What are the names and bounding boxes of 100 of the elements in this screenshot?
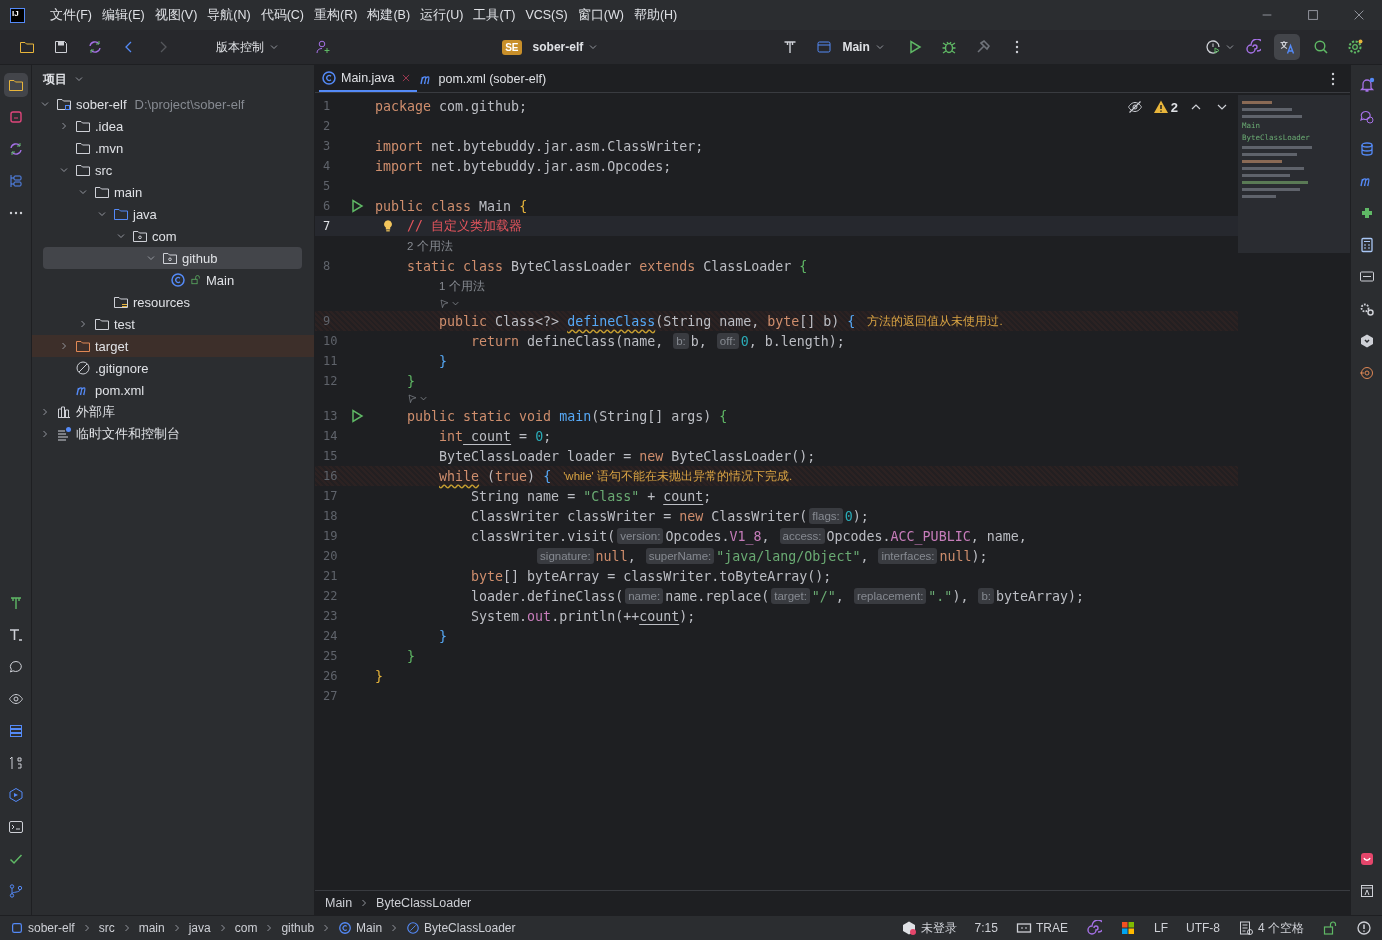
status-item[interactable]: 7:15 bbox=[974, 921, 998, 935]
tree-item[interactable]: .idea bbox=[32, 115, 302, 137]
editor-tab[interactable]: Main.java bbox=[319, 65, 417, 92]
menu-item[interactable]: 运行(U) bbox=[415, 6, 469, 24]
folder-icon[interactable] bbox=[19, 39, 35, 55]
tree-item[interactable]: .mvn bbox=[32, 137, 302, 159]
breadcrumb[interactable]: Main bbox=[325, 896, 353, 910]
tree-item[interactable]: sober-elf D:\project\sober-elf bbox=[32, 93, 302, 115]
code-text: (String[] args) bbox=[591, 408, 713, 424]
menu-item[interactable]: VCS(S) bbox=[520, 8, 573, 22]
close-icon[interactable] bbox=[1352, 8, 1366, 22]
keyword: extends bbox=[639, 258, 696, 274]
swirl-icon[interactable] bbox=[1085, 920, 1102, 936]
eye-slash-icon[interactable] bbox=[1126, 99, 1143, 115]
usage-count[interactable]: 2 个用法 bbox=[407, 238, 453, 254]
tree-item[interactable]: target bbox=[32, 335, 314, 357]
path-segment[interactable]: github bbox=[281, 921, 315, 935]
folder-icon bbox=[56, 96, 72, 112]
path-segment[interactable]: ByteClassLoader bbox=[406, 921, 516, 935]
folder-tool-button[interactable] bbox=[3, 73, 28, 97]
code-text: ClassWriter( bbox=[710, 508, 808, 524]
class-icon bbox=[170, 272, 186, 288]
structure-icon bbox=[7, 173, 24, 189]
maximize-icon[interactable] bbox=[1306, 8, 1320, 22]
panel-title[interactable]: 项目 bbox=[43, 70, 67, 88]
menu-item[interactable]: 视图(V) bbox=[149, 6, 203, 24]
tree-item[interactable]: github bbox=[43, 247, 302, 269]
line-number: 7 bbox=[322, 219, 332, 233]
tree-item[interactable]: 外部库 bbox=[32, 401, 302, 423]
warning-count[interactable]: 2 bbox=[1152, 99, 1178, 115]
code-comment: // 自定义类加载器 bbox=[407, 217, 523, 235]
run-icon[interactable] bbox=[349, 198, 365, 214]
database-icon bbox=[1358, 141, 1375, 157]
windows-logo-icon[interactable] bbox=[1119, 920, 1136, 936]
vcs-dropdown[interactable]: 版本控制 bbox=[210, 34, 286, 60]
eye-icon bbox=[7, 691, 24, 707]
path-segment[interactable]: com bbox=[234, 921, 258, 935]
menu-item[interactable]: 导航(N) bbox=[202, 6, 256, 24]
status-item[interactable]: 4 个空格 bbox=[1238, 919, 1304, 937]
code-text: Class<?> bbox=[494, 313, 561, 329]
menu-item[interactable]: 重构(R) bbox=[309, 6, 363, 24]
tree-item[interactable]: .gitignore bbox=[32, 357, 302, 379]
add-user-icon[interactable] bbox=[315, 39, 331, 55]
project-dropdown[interactable]: sober-elf bbox=[526, 36, 606, 58]
path-segment[interactable]: main bbox=[138, 921, 165, 935]
close-icon[interactable] bbox=[400, 72, 411, 83]
code-text: , bbox=[627, 548, 637, 564]
tree-item[interactable]: src bbox=[32, 159, 302, 181]
menu-item[interactable]: 工具(T) bbox=[468, 6, 521, 24]
save-icon[interactable] bbox=[53, 39, 69, 55]
path-segment[interactable]: java bbox=[188, 921, 211, 935]
run-config-dropdown[interactable]: Main bbox=[836, 36, 892, 58]
bug-icon[interactable] bbox=[940, 39, 957, 55]
lightbulb-icon[interactable] bbox=[381, 219, 395, 233]
code-text: ); bbox=[971, 548, 988, 564]
brace: } bbox=[407, 648, 416, 664]
code-text: (String name, bbox=[655, 313, 761, 329]
breadcrumb[interactable]: ByteClassLoader bbox=[376, 896, 472, 910]
tree-item[interactable]: resources bbox=[32, 291, 302, 313]
keyword: package bbox=[375, 98, 432, 114]
tree-item[interactable]: com bbox=[32, 225, 302, 247]
line-number: 9 bbox=[322, 314, 332, 328]
unlock-icon[interactable] bbox=[1322, 920, 1338, 936]
code-text: + bbox=[646, 488, 657, 504]
menu-item[interactable]: 代码(C) bbox=[255, 6, 310, 24]
menu-item[interactable]: 窗口(W) bbox=[572, 6, 629, 24]
app-icon bbox=[1358, 851, 1375, 867]
tree-item[interactable]: 临时文件和控制台 bbox=[32, 423, 302, 445]
path-segment[interactable]: sober-elf bbox=[10, 921, 75, 935]
tree-item[interactable]: test bbox=[32, 313, 302, 335]
tree-item[interactable]: java bbox=[32, 203, 302, 225]
menu-item[interactable]: 构建(B) bbox=[362, 6, 416, 24]
menu-item[interactable]: 编辑(E) bbox=[96, 6, 150, 24]
code-text: , name, bbox=[970, 528, 1027, 544]
tree-item[interactable]: Main bbox=[32, 269, 302, 291]
keyword: while bbox=[439, 468, 480, 484]
method-name: main bbox=[558, 408, 592, 424]
path-segment[interactable]: Main bbox=[338, 921, 383, 935]
status-item[interactable]: TRAE bbox=[1015, 920, 1068, 936]
tree-item[interactable]: main bbox=[32, 181, 302, 203]
line-number: 24 bbox=[322, 629, 339, 643]
keyword: static class bbox=[407, 258, 504, 274]
status-item[interactable]: LF bbox=[1153, 921, 1168, 935]
menu-item[interactable]: 帮助(H) bbox=[628, 6, 683, 24]
menu-item[interactable]: 文件(F) bbox=[45, 6, 97, 24]
status-item[interactable]: 未登录 bbox=[900, 919, 957, 937]
editor-tab[interactable]: pom.xml (sober-elf) bbox=[416, 65, 553, 92]
run-icon[interactable] bbox=[349, 408, 365, 424]
line-number: 23 bbox=[322, 609, 339, 623]
tree-item[interactable]: pom.xml bbox=[32, 379, 302, 401]
path-segment[interactable]: src bbox=[98, 921, 115, 935]
translate-button[interactable] bbox=[1274, 34, 1300, 60]
status-item[interactable]: UTF-8 bbox=[1186, 921, 1220, 935]
unlock-icon bbox=[190, 274, 202, 286]
monitor-icon bbox=[1358, 269, 1375, 285]
usage-count[interactable]: 1 个用法 bbox=[439, 278, 485, 294]
line-number: 26 bbox=[322, 669, 339, 683]
alert-icon[interactable] bbox=[1356, 920, 1372, 936]
parameter-hint: b: bbox=[673, 333, 689, 349]
sync-icon[interactable] bbox=[87, 39, 103, 55]
